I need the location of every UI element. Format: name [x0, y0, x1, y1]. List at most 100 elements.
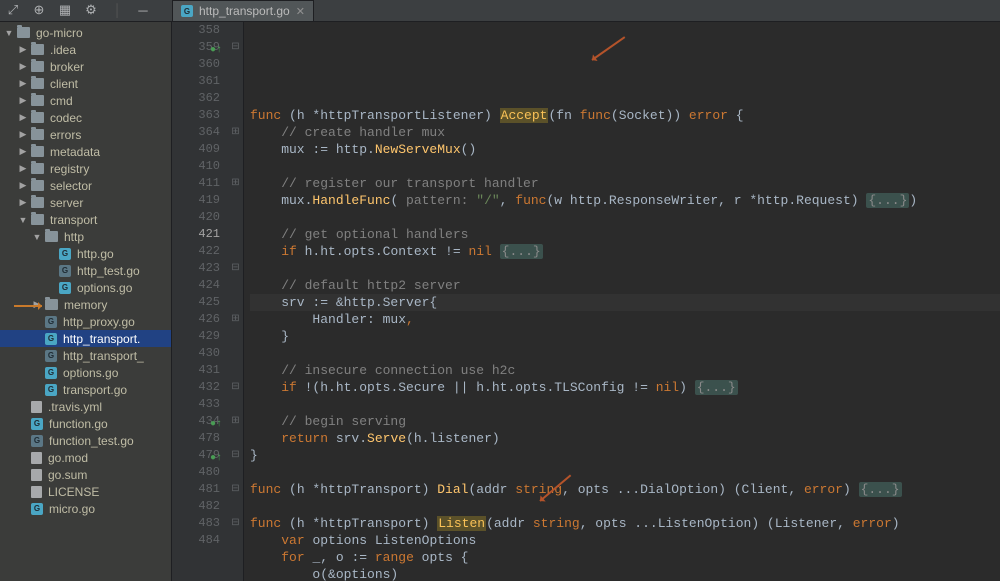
tree-file-micro-go[interactable]: Gmicro.go — [0, 500, 171, 517]
line-number[interactable]: 433 — [172, 396, 220, 413]
chevron-right-icon[interactable]: ▶ — [18, 95, 28, 106]
tree-file--travis-yml[interactable]: .travis.yml — [0, 398, 171, 415]
code-line[interactable]: } — [250, 447, 1000, 464]
code-line[interactable] — [250, 158, 1000, 175]
fold-toggle-icon[interactable]: ⊞ — [228, 311, 243, 328]
tree-file-http_transport_[interactable]: Ghttp_transport_ — [0, 347, 171, 364]
line-number[interactable]: 432 — [172, 379, 220, 396]
line-number[interactable]: 422 — [172, 243, 220, 260]
line-number[interactable]: 421 — [172, 226, 220, 243]
code-line[interactable]: srv := &http.Server{ — [250, 294, 1000, 311]
chevron-right-icon[interactable]: ▶ — [18, 44, 28, 55]
line-number[interactable]: 360 — [172, 56, 220, 73]
expand-all-icon[interactable]: ⤢ — [6, 4, 20, 18]
project-tree[interactable]: ▼go-micro▶.idea▶broker▶client▶cmd▶codec▶… — [0, 22, 172, 581]
line-number[interactable]: 429 — [172, 328, 220, 345]
tree-file-http_proxy-go[interactable]: Ghttp_proxy.go — [0, 313, 171, 330]
code-line[interactable]: if h.ht.opts.Context != nil {...} — [250, 243, 1000, 260]
tree-file-go-sum[interactable]: go.sum — [0, 466, 171, 483]
code-line[interactable]: return srv.Serve(h.listener) — [250, 430, 1000, 447]
line-number[interactable]: 484 — [172, 532, 220, 549]
tree-folder-broker[interactable]: ▶broker — [0, 58, 171, 75]
tree-file-function_test-go[interactable]: Gfunction_test.go — [0, 432, 171, 449]
fold-toggle-icon[interactable]: ⊟ — [228, 379, 243, 396]
line-number[interactable]: 424 — [172, 277, 220, 294]
chevron-right-icon[interactable]: ▶ — [18, 129, 28, 140]
line-number[interactable]: 364 — [172, 124, 220, 141]
chevron-right-icon[interactable]: ▶ — [18, 78, 28, 89]
tree-file-options-go[interactable]: Goptions.go — [0, 364, 171, 381]
code-line[interactable] — [250, 345, 1000, 362]
line-number[interactable]: 481 — [172, 481, 220, 498]
chevron-right-icon[interactable]: ▶ — [18, 163, 28, 174]
tree-file-LICENSE[interactable]: LICENSE — [0, 483, 171, 500]
tree-folder-transport[interactable]: ▼transport — [0, 211, 171, 228]
code-line[interactable] — [250, 396, 1000, 413]
code-line[interactable] — [250, 498, 1000, 515]
line-number[interactable]: 423 — [172, 260, 220, 277]
close-icon[interactable]: ✕ — [296, 5, 305, 18]
code-line[interactable]: // create handler mux — [250, 124, 1000, 141]
fold-toggle-icon[interactable]: ⊟ — [228, 260, 243, 277]
line-number[interactable]: 483 — [172, 515, 220, 532]
code-line[interactable]: for _, o := range opts { — [250, 549, 1000, 566]
code-line[interactable] — [250, 209, 1000, 226]
code-line[interactable] — [250, 464, 1000, 481]
tree-file-http_transport-[interactable]: Ghttp_transport. — [0, 330, 171, 347]
tree-file-http-go[interactable]: Ghttp.go — [0, 245, 171, 262]
line-number[interactable]: 419 — [172, 192, 220, 209]
line-number[interactable]: 362 — [172, 90, 220, 107]
line-number[interactable]: 410 — [172, 158, 220, 175]
line-number[interactable]: 358 — [172, 22, 220, 39]
chevron-right-icon[interactable]: ▶ — [18, 146, 28, 157]
tree-folder-selector[interactable]: ▶selector — [0, 177, 171, 194]
line-number[interactable]: 482 — [172, 498, 220, 515]
chevron-right-icon[interactable]: ▶ — [18, 112, 28, 123]
code-line[interactable]: // begin serving — [250, 413, 1000, 430]
code-line[interactable]: func (h *httpTransportListener) Accept(f… — [250, 107, 1000, 124]
code-area[interactable]: func (h *httpTransportListener) Accept(f… — [244, 22, 1000, 581]
line-number[interactable]: 426 — [172, 311, 220, 328]
code-line[interactable]: // register our transport handler — [250, 175, 1000, 192]
tree-folder-server[interactable]: ▶server — [0, 194, 171, 211]
code-line[interactable]: mux.HandleFunc( pattern: "/", func(w htt… — [250, 192, 1000, 209]
code-line[interactable]: o(&options) — [250, 566, 1000, 581]
tree-folder--idea[interactable]: ▶.idea — [0, 41, 171, 58]
chevron-down-icon[interactable]: ▼ — [4, 28, 14, 38]
tree-folder-cmd[interactable]: ▶cmd — [0, 92, 171, 109]
line-number[interactable]: 361 — [172, 73, 220, 90]
gear-icon[interactable]: ⚙ — [84, 4, 98, 18]
code-line[interactable]: } — [250, 328, 1000, 345]
chevron-right-icon[interactable]: ▶ — [18, 197, 28, 208]
code-line[interactable]: mux := http.NewServeMux() — [250, 141, 1000, 158]
line-number[interactable]: 409 — [172, 141, 220, 158]
code-line[interactable]: func (h *httpTransport) Listen(addr stri… — [250, 515, 1000, 532]
fold-toggle-icon[interactable]: ⊞ — [228, 124, 243, 141]
chevron-down-icon[interactable]: ▼ — [18, 215, 28, 225]
code-line[interactable]: // insecure connection use h2c — [250, 362, 1000, 379]
fold-toggle-icon[interactable]: ⊟ — [228, 39, 243, 56]
line-number[interactable]: 480 — [172, 464, 220, 481]
tree-file-go-mod[interactable]: go.mod — [0, 449, 171, 466]
tree-folder-errors[interactable]: ▶errors — [0, 126, 171, 143]
editor-tab[interactable]: G http_transport.go ✕ — [172, 0, 314, 22]
tree-folder-client[interactable]: ▶client — [0, 75, 171, 92]
line-number[interactable]: 478 — [172, 430, 220, 447]
fold-toggle-icon[interactable]: ⊟ — [228, 515, 243, 532]
fold-gutter[interactable]: ⊟⊞⊞⊟⊞⊟⊞⊟⊟⊟ — [228, 22, 244, 581]
line-number[interactable]: 425 — [172, 294, 220, 311]
line-number[interactable]: 479●↑ — [172, 447, 220, 464]
tree-file-transport-go[interactable]: Gtransport.go — [0, 381, 171, 398]
code-line[interactable]: // default http2 server — [250, 277, 1000, 294]
code-line[interactable]: Handler: mux, — [250, 311, 1000, 328]
line-number[interactable]: 431 — [172, 362, 220, 379]
fold-toggle-icon[interactable]: ⊞ — [228, 413, 243, 430]
line-number[interactable]: 359●↑ — [172, 39, 220, 56]
collapse-icon[interactable]: － — [136, 4, 150, 18]
code-line[interactable]: func (h *httpTransport) Dial(addr string… — [250, 481, 1000, 498]
code-line[interactable]: // get optional handlers — [250, 226, 1000, 243]
chevron-right-icon[interactable]: ▶ — [18, 180, 28, 191]
line-gutter[interactable]: 358359●↑36036136236336440941041141942042… — [172, 22, 228, 581]
code-editor[interactable]: 358359●↑36036136236336440941041141942042… — [172, 22, 1000, 581]
chevron-right-icon[interactable]: ▶ — [18, 61, 28, 72]
